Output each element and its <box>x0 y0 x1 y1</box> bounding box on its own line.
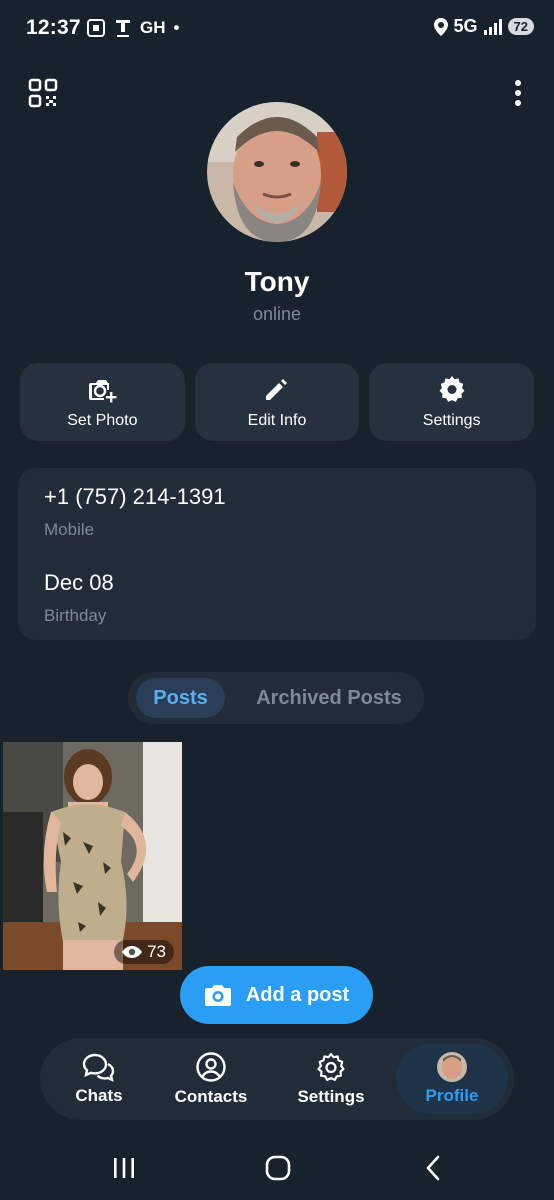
nav-settings-label: Settings <box>297 1087 365 1106</box>
settings-action-label: Settings <box>422 412 481 429</box>
carrier-text: GH <box>140 18 166 37</box>
profile-status: online <box>252 304 302 324</box>
nav-contacts[interactable]: Contacts <box>156 1044 266 1114</box>
gear-icon <box>439 376 465 402</box>
status-time: 12:37 <box>26 16 81 39</box>
bottom-nav: Chats Contacts Settings Profile <box>40 1038 514 1120</box>
views-count: 73 <box>147 942 166 961</box>
tab-posts[interactable]: Posts <box>136 678 225 718</box>
more-vertical-icon <box>515 80 521 106</box>
recent-apps-icon <box>114 1158 134 1178</box>
pencil-icon <box>266 379 287 400</box>
nav-chats-label: Chats <box>75 1086 123 1105</box>
posts-tabs: Posts Archived Posts <box>128 672 424 724</box>
recent-apps-button[interactable] <box>110 1154 138 1182</box>
status-bar: 12:37 GH • 5G 72 <box>0 0 554 60</box>
profile-name: Tony <box>244 266 310 297</box>
qr-code-button[interactable] <box>28 78 58 108</box>
person-circle-icon <box>196 1052 226 1082</box>
add-post-label: Add a post <box>245 983 350 1006</box>
post-thumbnail[interactable]: 73 <box>3 742 182 970</box>
profile-avatar[interactable] <box>207 102 347 242</box>
network-type: 5G <box>453 16 478 36</box>
nav-contacts-label: Contacts <box>174 1087 248 1106</box>
camera-add-icon <box>89 380 117 403</box>
settings-action-button[interactable]: Settings <box>369 363 535 441</box>
t-play-icon <box>116 20 130 37</box>
edit-info-button[interactable]: Edit Info <box>194 363 360 441</box>
post-views: 73 <box>114 940 174 964</box>
edit-info-label: Edit Info <box>247 412 307 429</box>
phone-number: +1 (757) 214-1391 <box>44 484 226 509</box>
avatar-photo <box>207 102 347 242</box>
back-icon <box>426 1155 440 1181</box>
status-left-icons: GH • <box>86 17 179 39</box>
nav-profile[interactable]: Profile <box>396 1044 508 1114</box>
home-button[interactable] <box>264 1154 292 1182</box>
tab-archived-posts[interactable]: Archived Posts <box>243 678 415 718</box>
notification-dot: • <box>173 18 180 37</box>
gear-icon <box>317 1052 345 1081</box>
info-card: +1 (757) 214-1391 Mobile Dec 08 Birthday <box>18 468 536 640</box>
signal-icon <box>483 18 502 35</box>
camera-icon <box>204 985 231 1006</box>
nav-settings[interactable]: Settings <box>276 1044 386 1114</box>
add-post-button[interactable]: Add a post <box>180 966 373 1024</box>
profile-actions: Set Photo Edit Info Settings <box>20 363 535 441</box>
screenshot-icon <box>87 19 105 37</box>
nav-chats[interactable]: Chats <box>44 1044 154 1114</box>
battery-indicator: 72 <box>507 18 534 35</box>
chat-bubbles-icon <box>82 1053 115 1082</box>
home-icon <box>265 1155 291 1181</box>
set-photo-button[interactable]: Set Photo <box>20 363 185 441</box>
nav-profile-label: Profile <box>425 1086 479 1105</box>
qr-code-icon <box>28 78 58 108</box>
eye-icon <box>122 946 143 958</box>
more-options-button[interactable] <box>512 78 524 108</box>
phone-label: Mobile <box>44 520 95 539</box>
location-icon <box>433 17 448 36</box>
phone-row[interactable]: +1 (757) 214-1391 Mobile <box>44 484 226 540</box>
post-photo <box>3 742 182 970</box>
nav-profile-avatar <box>437 1052 467 1082</box>
birthday-label: Birthday <box>44 606 107 625</box>
status-right-icons: 5G 72 <box>433 16 534 37</box>
system-nav-bar <box>0 1140 554 1196</box>
set-photo-label: Set Photo <box>67 412 138 429</box>
back-button[interactable] <box>420 1154 448 1182</box>
birthday-value: Dec 08 <box>44 570 114 595</box>
birthday-row[interactable]: Dec 08 Birthday <box>44 570 114 626</box>
